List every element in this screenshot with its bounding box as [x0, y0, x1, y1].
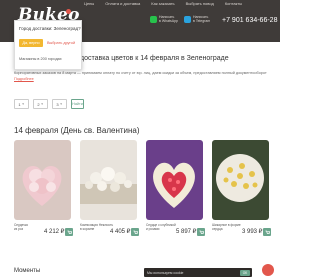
- whatsapp-icon: [150, 15, 157, 23]
- filter-value: 2: [37, 101, 40, 107]
- product-image-heart-box[interactable]: [14, 140, 71, 220]
- product-image-heart-strawberry[interactable]: [146, 140, 203, 220]
- product-image-basket[interactable]: [80, 140, 137, 220]
- cookie-accept-button[interactable]: OK: [240, 269, 250, 276]
- chevron-down-icon: ▼: [59, 102, 63, 106]
- cart-icon: [133, 230, 138, 234]
- filter-select-1[interactable]: 1 ▼: [14, 99, 29, 109]
- nav-item-prices[interactable]: Цены: [84, 1, 94, 6]
- confirm-city-button[interactable]: Да, верно: [19, 39, 43, 47]
- product-name: Сердечко из роз: [14, 223, 29, 231]
- cart-icon: [67, 230, 72, 234]
- nav-item-contacts[interactable]: Контакты: [225, 1, 242, 6]
- product-card[interactable]: Композиция Нежность в корзине 4 405 ₽: [80, 140, 139, 240]
- cookie-banner: Мы используем cookie OK: [144, 268, 252, 277]
- footer-section-title: Моменты: [14, 268, 41, 274]
- product-name: Композиция Нежность в корзине: [80, 223, 114, 231]
- messenger-contacts: Написать в WhatsApp Написать в Telegram: [150, 15, 210, 23]
- phone-number[interactable]: +7 901 634-66-28: [222, 17, 277, 24]
- whatsapp-contact[interactable]: Написать в WhatsApp: [150, 15, 178, 23]
- filter-value: 1: [18, 101, 21, 107]
- add-to-cart-button[interactable]: [131, 228, 139, 236]
- telegram-icon: [183, 15, 191, 23]
- top-nav: Цены Оплата и доставка Как заказать Выбр…: [84, 1, 242, 6]
- filter-select-3[interactable]: 3 ▼: [52, 99, 67, 109]
- chat-widget-icon[interactable]: [262, 264, 274, 276]
- product-card[interactable]: Сердечко из роз 4 212 ₽: [14, 140, 73, 240]
- corporate-info: Корпоративных заказов на 8 марта — прини…: [14, 71, 267, 75]
- nav-item-choose-occasion[interactable]: Выбрать повод: [186, 1, 214, 6]
- chevron-down-icon: ▼: [40, 102, 44, 106]
- product-price: 3 993 ₽: [242, 229, 263, 235]
- add-to-cart-button[interactable]: [65, 228, 73, 236]
- filter-bar: 1 ▼ 2 ▼ 3 ▼ Найти: [14, 99, 84, 109]
- product-name: Сердце с клубникой и розами: [146, 223, 176, 231]
- add-to-cart-button[interactable]: [263, 228, 271, 236]
- telegram-contact[interactable]: Написать в Telegram: [183, 15, 211, 23]
- telegram-text: Написать в Telegram: [192, 15, 211, 23]
- popup-title: Город доставки: Зеленоград?: [19, 26, 81, 31]
- popup-note: Магазины в 200 городах: [19, 57, 62, 61]
- product-name: Шикарное в форме сердца: [212, 223, 241, 231]
- nav-item-payment-delivery[interactable]: Оплата и доставка: [105, 1, 140, 6]
- product-card[interactable]: Шикарное в форме сердца 3 993 ₽: [212, 140, 271, 240]
- whatsapp-text: Написать в WhatsApp: [159, 15, 178, 23]
- product-price: 4 212 ₽: [44, 229, 65, 235]
- cart-icon: [199, 230, 204, 234]
- product-grid: Сердечко из роз 4 212 ₽ Композиция Нежно…: [14, 140, 272, 240]
- filter-select-2[interactable]: 2 ▼: [33, 99, 48, 109]
- cookie-text: Мы используем cookie: [147, 270, 184, 275]
- product-price: 5 897 ₽: [176, 229, 197, 235]
- choose-other-city-link[interactable]: Выбрать другой: [47, 39, 75, 47]
- logo-accent-dot: [66, 9, 71, 14]
- nav-item-how-to-order[interactable]: Как заказать: [151, 1, 174, 6]
- product-card[interactable]: Сердце с клубникой и розами 5 897 ₽: [146, 140, 205, 240]
- filter-apply-button[interactable]: Найти: [71, 99, 84, 109]
- chevron-down-icon: ▼: [21, 102, 25, 106]
- add-to-cart-button[interactable]: [197, 228, 205, 236]
- filter-value: 3: [56, 101, 59, 107]
- cart-icon: [265, 230, 270, 234]
- page-title: доставка цветов к 14 февраля в Зеленогра…: [80, 55, 229, 62]
- more-info-link[interactable]: Подробнее: [14, 77, 34, 81]
- product-image-daisy-bouquet[interactable]: [212, 140, 269, 220]
- section-title: 14 февраля (День св. Валентина): [14, 126, 140, 135]
- product-price: 4 405 ₽: [110, 229, 131, 235]
- city-confirm-popup: Город доставки: Зеленоград? Да, верно Вы…: [14, 20, 82, 70]
